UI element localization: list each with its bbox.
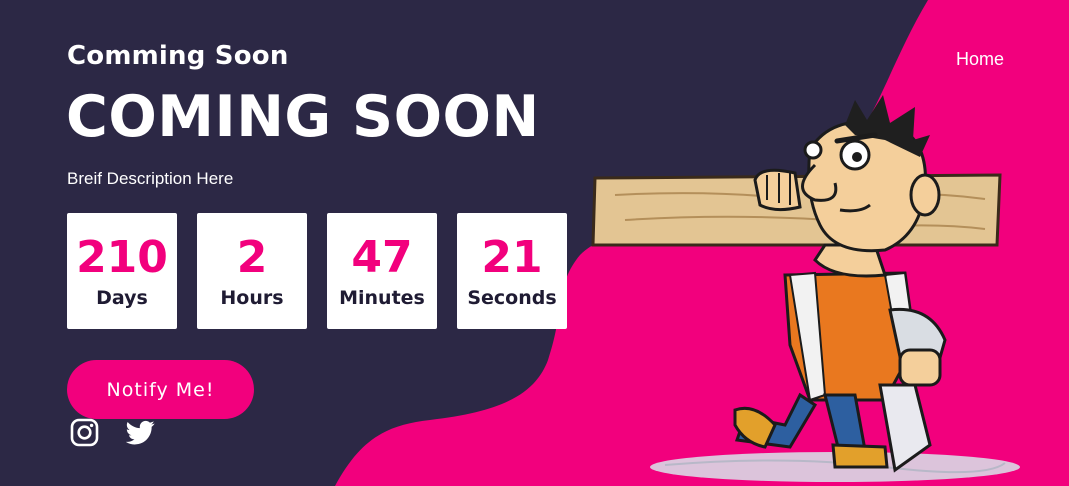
countdown-minutes-value: 47 bbox=[351, 232, 413, 283]
countdown-seconds-value: 21 bbox=[481, 232, 543, 283]
countdown-minutes-label: Minutes bbox=[339, 287, 425, 309]
hero-description: Breif Description Here bbox=[67, 169, 234, 188]
hero-headline: COMING SOON bbox=[66, 84, 540, 150]
instagram-link[interactable] bbox=[70, 418, 99, 447]
countdown-days: 210 Days bbox=[67, 213, 177, 329]
countdown-hours-value: 2 bbox=[236, 232, 268, 283]
countdown-minutes: 47 Minutes bbox=[327, 213, 437, 329]
notify-me-button[interactable]: Notify Me! bbox=[67, 360, 254, 419]
countdown-hours-label: Hours bbox=[220, 287, 284, 309]
countdown-hours: 2 Hours bbox=[197, 213, 307, 329]
social-links bbox=[70, 418, 155, 447]
twitter-link[interactable] bbox=[125, 418, 155, 447]
countdown: 210 Days 2 Hours 47 Minutes 21 Seconds bbox=[67, 213, 567, 329]
twitter-icon bbox=[125, 420, 155, 445]
nav-home-link[interactable]: Home bbox=[956, 49, 1004, 70]
countdown-seconds: 21 Seconds bbox=[457, 213, 567, 329]
brand-title: Comming Soon bbox=[67, 41, 289, 71]
countdown-days-label: Days bbox=[96, 287, 148, 309]
countdown-days-value: 210 bbox=[76, 232, 168, 283]
countdown-seconds-label: Seconds bbox=[467, 287, 557, 309]
carpenter-mascot-illustration bbox=[591, 95, 1020, 482]
instagram-icon bbox=[70, 418, 99, 447]
